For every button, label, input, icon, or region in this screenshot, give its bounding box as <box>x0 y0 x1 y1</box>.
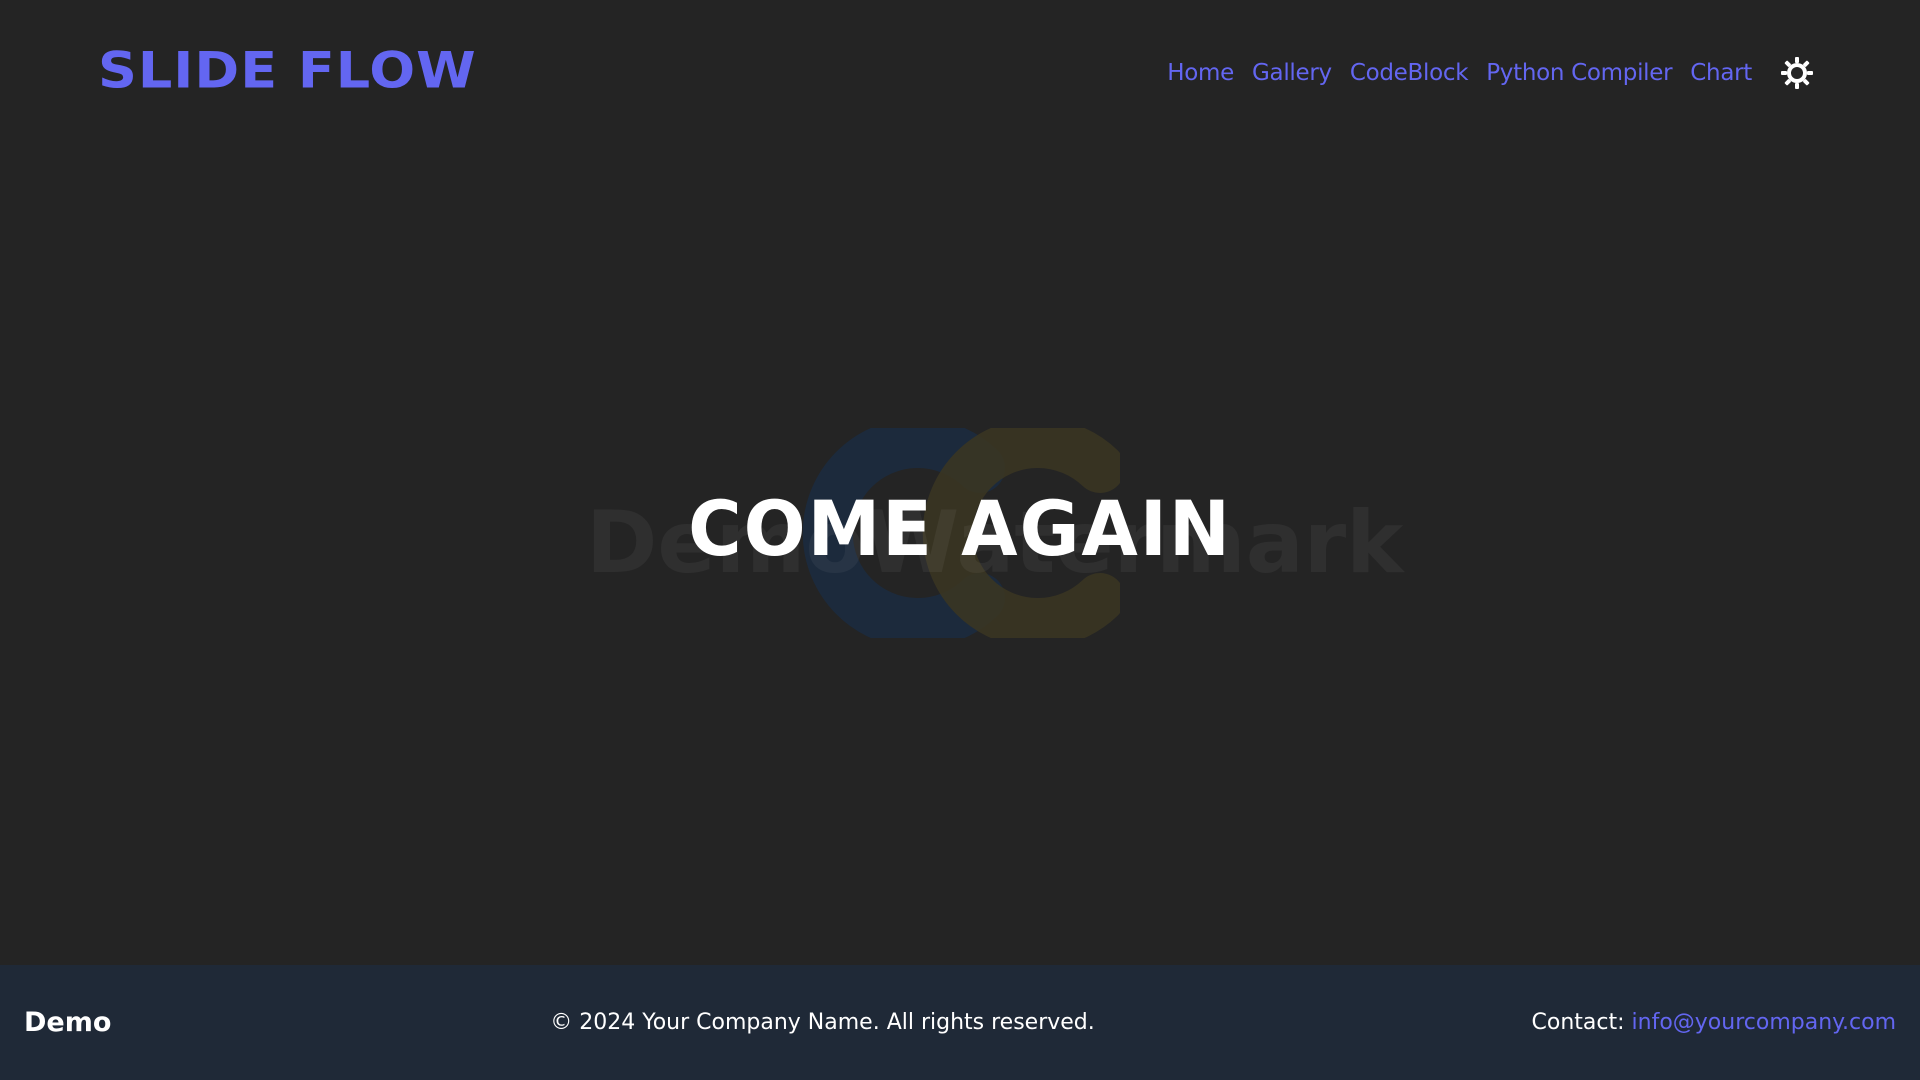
hero-title: Come Again <box>688 484 1232 573</box>
footer-brand: Demo <box>24 1007 112 1038</box>
footer-contact: Contact: info@yourcompany.com <box>1532 1010 1897 1035</box>
page: Slide Flow Home Gallery CodeBlock Python… <box>0 0 1920 1080</box>
hero-section: DemoWatermark Come Again <box>0 145 1920 965</box>
site-footer: Demo © 2024 Your Company Name. All right… <box>0 965 1920 1080</box>
nav-gallery-link[interactable]: Gallery <box>1252 60 1332 86</box>
footer-copyright: © 2024 Your Company Name. All rights res… <box>550 1010 1095 1035</box>
site-header: Slide Flow Home Gallery CodeBlock Python… <box>0 0 1920 145</box>
nav-codeblock-link[interactable]: CodeBlock <box>1350 60 1469 86</box>
sun-icon <box>1781 56 1813 89</box>
contact-email-link[interactable]: info@yourcompany.com <box>1632 1010 1896 1035</box>
nav-home-link[interactable]: Home <box>1167 60 1234 86</box>
site-logo[interactable]: Slide Flow <box>98 42 477 100</box>
nav-python-compiler-link[interactable]: Python Compiler <box>1486 60 1672 86</box>
contact-label: Contact: <box>1531 1010 1625 1035</box>
theme-toggle-button[interactable] <box>1780 56 1814 90</box>
nav-chart-link[interactable]: Chart <box>1690 60 1752 86</box>
main-nav: Home Gallery CodeBlock Python Compiler C… <box>1167 56 1814 90</box>
